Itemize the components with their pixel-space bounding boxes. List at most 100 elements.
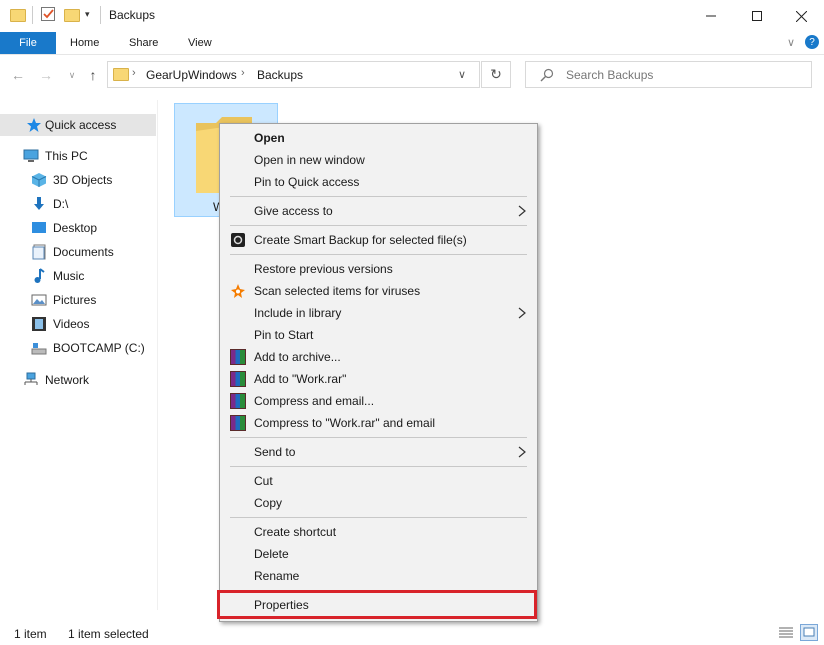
refresh-button[interactable]: ↻ (481, 61, 511, 88)
menu-item-copy[interactable]: Copy (220, 492, 537, 514)
recent-locations-icon[interactable]: ∨ (62, 64, 82, 86)
submenu-arrow-icon (518, 307, 526, 319)
winrar-icon (230, 371, 246, 387)
maximize-button[interactable] (734, 0, 780, 32)
computer-icon (23, 149, 39, 162)
menu-item-compress-email[interactable]: Compress and email... (220, 390, 537, 412)
menu-item-restore-versions[interactable]: Restore previous versions (220, 258, 537, 280)
nav-item-music[interactable]: Music (0, 265, 156, 287)
nav-item-quick-access[interactable]: Quick access (0, 114, 156, 136)
menu-separator (230, 466, 527, 467)
menu-item-rename[interactable]: Rename (220, 565, 537, 587)
tab-home[interactable]: Home (70, 32, 99, 54)
menu-separator (230, 254, 527, 255)
new-folder-quick-icon[interactable] (64, 9, 80, 22)
chevron-down-icon[interactable]: ∨ (458, 68, 466, 81)
menu-item-label: Open in new window (254, 153, 365, 167)
menu-item-create-shortcut[interactable]: Create shortcut (220, 521, 537, 543)
nav-item-network[interactable]: Network (0, 369, 156, 391)
chevron-right-icon: › (132, 67, 136, 79)
network-icon (24, 372, 38, 385)
tab-share[interactable]: Share (129, 32, 158, 54)
context-menu: Open Open in new window Pin to Quick acc… (219, 123, 538, 622)
star-icon (27, 118, 41, 132)
properties-quick-icon[interactable] (41, 7, 55, 21)
tab-view[interactable]: View (188, 32, 212, 54)
nav-item-pictures[interactable]: Pictures (0, 289, 156, 311)
ribbon-tab-row (0, 32, 824, 55)
smart-backup-icon (231, 233, 245, 247)
menu-item-open-new-window[interactable]: Open in new window (220, 149, 537, 171)
window-title: Backups (109, 8, 156, 22)
menu-item-label: Rename (254, 569, 300, 583)
menu-item-smart-backup[interactable]: Create Smart Backup for selected file(s) (220, 229, 537, 251)
back-arrow-icon[interactable]: ← (8, 64, 28, 86)
breadcrumb-segment[interactable]: GearUpWindows (146, 68, 237, 82)
menu-item-give-access[interactable]: Give access to (220, 200, 537, 222)
search-icon (540, 68, 554, 82)
status-item-count: 1 item (14, 627, 47, 641)
help-icon[interactable]: ? (805, 35, 819, 49)
menu-item-add-archive[interactable]: Add to archive... (220, 346, 537, 368)
up-arrow-icon[interactable]: ↑ (83, 64, 103, 86)
nav-label: Videos (53, 317, 90, 331)
minimize-button[interactable] (688, 0, 734, 32)
nav-item-videos[interactable]: Videos (0, 313, 156, 335)
menu-separator (230, 517, 527, 518)
large-icons-view-icon[interactable] (800, 624, 818, 641)
divider (100, 6, 101, 24)
menu-item-label: Pin to Quick access (254, 175, 360, 189)
menu-item-label: Delete (254, 547, 289, 561)
nav-item-this-pc[interactable]: This PC (0, 145, 156, 167)
nav-label: Pictures (53, 293, 97, 307)
download-arrow-icon (34, 197, 44, 210)
menu-item-pin-quick-access[interactable]: Pin to Quick access (220, 171, 537, 193)
cube-icon (31, 173, 47, 187)
menu-item-label: Add to "Work.rar" (254, 372, 347, 386)
film-strip-icon (32, 317, 46, 331)
nav-item-bootcamp-drive[interactable]: BOOTCAMP (C:) (0, 337, 156, 359)
menu-item-open[interactable]: Open (220, 127, 537, 149)
pane-divider (157, 100, 158, 610)
menu-item-scan-viruses[interactable]: Scan selected items for viruses (220, 280, 537, 302)
menu-item-label: Include in library (254, 306, 342, 320)
menu-item-send-to[interactable]: Send to (220, 441, 537, 463)
desktop-icon (32, 222, 46, 233)
chevron-right-icon: › (241, 67, 245, 79)
menu-item-delete[interactable]: Delete (220, 543, 537, 565)
tab-file[interactable]: File (0, 32, 56, 54)
menu-item-compress-work-rar-email[interactable]: Compress to "Work.rar" and email (220, 412, 537, 434)
customize-quick-access-icon[interactable]: ▾ (85, 9, 90, 20)
drive-icon (31, 343, 47, 355)
menu-item-label: Compress and email... (254, 394, 375, 408)
address-bar[interactable]: › GearUpWindows › Backups ∨ (107, 61, 480, 88)
menu-item-include-library[interactable]: Include in library (220, 302, 537, 324)
divider (32, 6, 33, 24)
menu-item-label: Cut (254, 474, 273, 488)
search-box[interactable]: Search Backups (525, 61, 812, 88)
title-bar: ▾ Backups (0, 0, 824, 32)
search-placeholder: Search Backups (566, 68, 654, 82)
nav-label: BOOTCAMP (C:) (53, 341, 145, 355)
menu-separator (230, 225, 527, 226)
breadcrumb-segment[interactable]: Backups (257, 68, 303, 82)
expand-ribbon-icon[interactable]: ∨ (787, 36, 795, 49)
close-button[interactable] (778, 0, 824, 32)
folder-icon (113, 68, 129, 81)
folder-icon (10, 9, 26, 22)
nav-label: Documents (53, 245, 114, 259)
menu-item-pin-start[interactable]: Pin to Start (220, 324, 537, 346)
status-selection: 1 item selected (68, 627, 149, 641)
menu-item-cut[interactable]: Cut (220, 470, 537, 492)
forward-arrow-icon[interactable]: → (36, 64, 56, 86)
winrar-icon (230, 415, 246, 431)
menu-item-add-work-rar[interactable]: Add to "Work.rar" (220, 368, 537, 390)
details-view-icon[interactable] (778, 626, 794, 640)
nav-item-documents[interactable]: Documents (0, 241, 156, 263)
nav-item-3d-objects[interactable]: 3D Objects (0, 169, 156, 191)
music-note-icon (34, 268, 45, 283)
nav-item-desktop[interactable]: Desktop (0, 217, 156, 239)
nav-label: Quick access (45, 118, 117, 132)
nav-item-d-drive[interactable]: D:\ (0, 193, 156, 215)
documents-icon (32, 244, 46, 260)
